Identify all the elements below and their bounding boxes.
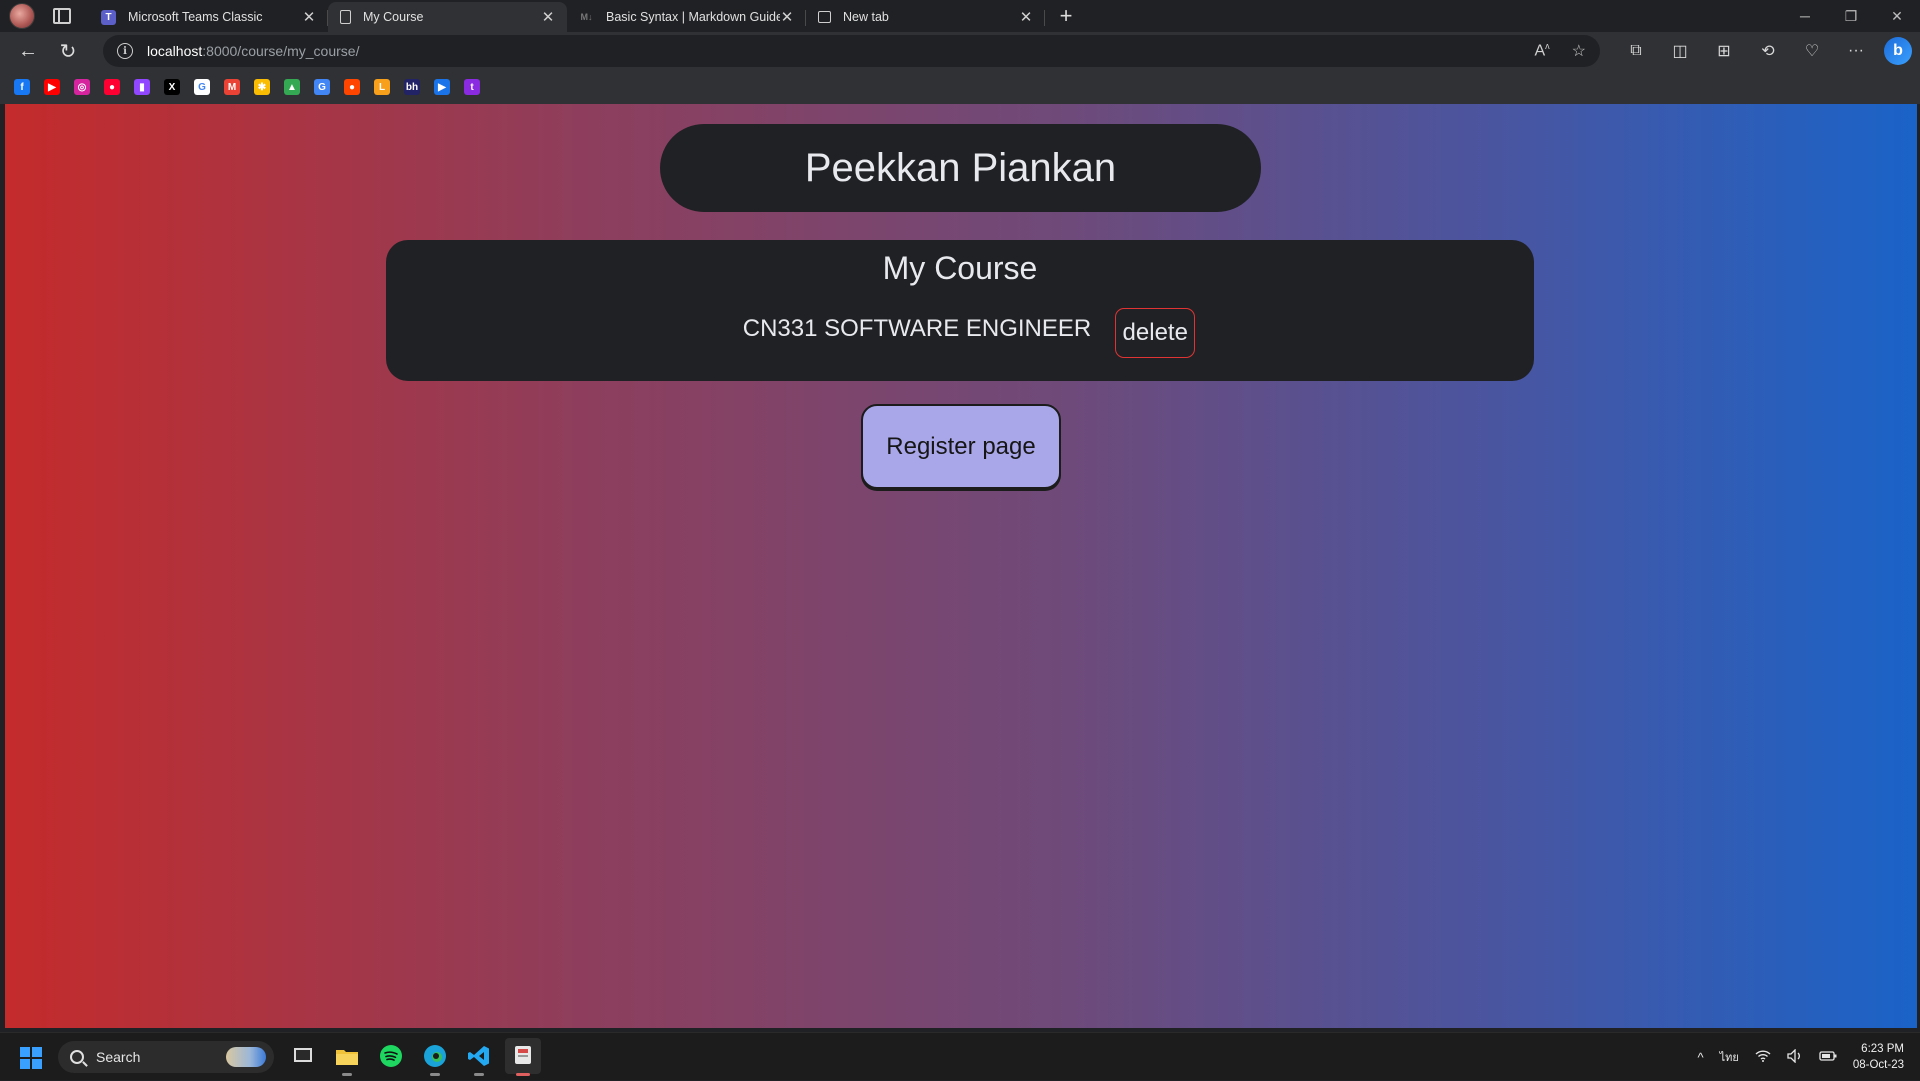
language-indicator[interactable]: ไทย [1720,1048,1739,1066]
register-page-button[interactable]: Register page [861,404,1061,489]
course-row: CN331 SOFTWARE ENGINEER delete [386,308,1534,358]
new-tab-button[interactable]: + [1051,1,1081,31]
tab-actions-icon[interactable] [53,8,71,24]
taskbar: Search ^ ไทย 6:23 PM 08-Oct-23 [0,1032,1920,1080]
url-text[interactable]: localhost:8000/course/my_course/ [147,43,359,59]
minimize-icon[interactable]: ─ [1782,0,1828,32]
tab-markdown-guide[interactable]: M↓ Basic Syntax | Markdown Guide ✕ [567,2,806,32]
battery-icon[interactable] [1819,1050,1837,1065]
newtab-icon [818,11,831,23]
more-menu-icon[interactable]: ··· [1834,42,1878,60]
youtube-icon[interactable]: ▶ [44,79,60,95]
back-button[interactable]: ← [8,35,48,67]
reddit-icon[interactable]: ● [344,79,360,95]
page-icon [340,10,351,24]
brand-title: Peekkan Piankan [804,145,1117,190]
instagram-icon[interactable]: ◎ [74,79,90,95]
copilot-icon[interactable]: b [1884,37,1912,65]
close-icon[interactable]: ✕ [780,8,794,26]
markdown-icon: M↓ [580,12,593,22]
system-tray: ^ ไทย 6:23 PM 08-Oct-23 [1698,1033,1920,1081]
collections-icon[interactable]: ⊞ [1702,41,1746,61]
clock-date: 08-Oct-23 [1852,1059,1904,1071]
delete-button[interactable]: delete [1115,308,1196,358]
tab-title: Basic Syntax | Markdown Guide [606,10,780,24]
file-explorer-icon[interactable] [329,1038,365,1076]
extensions-icon[interactable]: ⧉ [1614,42,1658,60]
search-label: Search [96,1049,141,1065]
volume-icon[interactable] [1787,1047,1803,1066]
address-bar[interactable]: i localhost:8000/course/my_course/ Aʌ ☆ [103,35,1600,67]
twitch-icon[interactable]: ▮ [134,79,150,95]
course-name: CN331 SOFTWARE ENGINEER [742,315,1092,342]
google-icon[interactable]: G [194,79,210,95]
bookmarks-bar: f ▶ ◎ ● ▮ X G M ✱ ▲ G ● Lbh ▶ t [0,70,1920,104]
windows-start-icon[interactable] [20,1047,42,1069]
search-icon [70,1050,84,1064]
close-icon[interactable]: ✕ [302,8,316,26]
snipping-tool-icon[interactable] [505,1038,541,1076]
drive-icon[interactable]: ▲ [284,79,300,95]
play-icon[interactable]: ▶ [434,79,450,95]
spotify-icon[interactable] [373,1038,409,1074]
refresh-button[interactable]: ↻ [48,35,88,67]
my-course-card: My Course CN331 SOFTWARE ENGINEER delete [386,240,1534,381]
youtube-music-icon[interactable]: ● [104,79,120,95]
performance-icon[interactable]: ♡ [1790,41,1834,61]
facebook-icon[interactable]: f [14,79,30,95]
search-highlight-image [226,1047,266,1067]
card-title: My Course [882,250,1038,286]
tab-teams[interactable]: T Microsoft Teams Classic ✕ [89,2,328,32]
gmail-icon[interactable]: M [224,79,240,95]
tab-title: Microsoft Teams Classic [128,10,263,24]
read-aloud-icon[interactable]: Aʌ [1534,41,1549,60]
favorite-star-icon[interactable]: ☆ [1572,41,1586,61]
page-viewport: Peekkan Piankan My Course CN331 SOFTWARE… [5,104,1917,1028]
restore-icon[interactable]: ❐ [1828,0,1874,32]
split-screen-icon[interactable]: ◫ [1658,41,1702,61]
close-window-icon[interactable]: ✕ [1874,0,1920,32]
history-icon[interactable]: ⟲ [1746,41,1790,61]
tab-title: My Course [363,10,424,24]
clock-time: 6:23 PM [1861,1043,1904,1055]
wifi-icon[interactable] [1755,1049,1771,1065]
photos-icon[interactable]: ✱ [254,79,270,95]
x-icon[interactable]: X [164,79,180,95]
chevron-up-icon[interactable]: ^ [1698,1050,1704,1065]
tab-bar: T Microsoft Teams Classic ✕ My Course ✕ … [0,0,1920,32]
site-info-icon[interactable]: i [117,43,133,59]
tab-title: New tab [843,10,889,24]
close-icon[interactable]: ✕ [1019,8,1033,26]
profile-avatar[interactable] [9,3,35,29]
tab-strip: T Microsoft Teams Classic ✕ My Course ✕ … [89,0,1045,32]
brand-header: Peekkan Piankan [660,124,1261,212]
clock[interactable]: 6:23 PM 08-Oct-23 [1853,1041,1904,1073]
edge-icon[interactable] [417,1038,453,1076]
browser-toolbar: ← ↻ i localhost:8000/course/my_course/ A… [0,32,1920,70]
task-view-icon[interactable] [285,1038,321,1074]
window-controls: ─ ❐ ✕ [1782,0,1920,32]
tab-new-tab[interactable]: New tab ✕ [806,2,1045,32]
tw-icon[interactable]: t [464,79,480,95]
tab-my-course[interactable]: My Course ✕ [328,2,567,32]
leetcode-icon[interactable]: L [374,79,390,95]
teams-icon: T [101,9,116,25]
bh-icon[interactable]: bh [404,79,420,95]
close-icon[interactable]: ✕ [541,8,555,26]
translate-icon[interactable]: G [314,79,330,95]
taskbar-search[interactable]: Search [58,1041,274,1073]
vscode-icon[interactable] [461,1038,497,1076]
